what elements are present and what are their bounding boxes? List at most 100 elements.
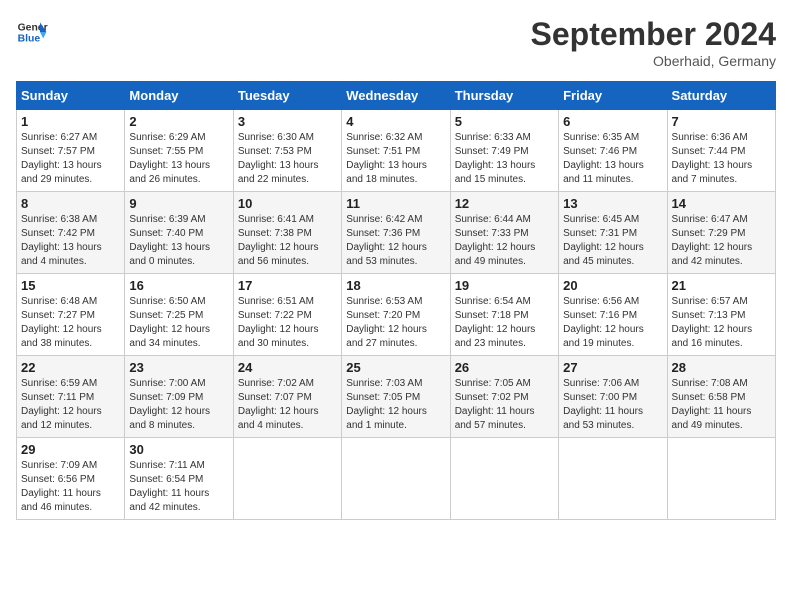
calendar-cell: 25 Sunrise: 7:03 AM Sunset: 7:05 PM Dayli… <box>342 356 450 438</box>
day-info: Sunrise: 7:02 AM Sunset: 7:07 PM Dayligh… <box>238 377 337 433</box>
day-number: 8 <box>21 196 120 211</box>
calendar-week-1: 1Sunrise: 6:27 AM Sunset: 7:57 PM Daylig… <box>17 110 776 192</box>
day-number: 4 <box>346 114 445 129</box>
calendar-cell: 18 Sunrise: 6:53 AM Sunset: 7:20 PM Dayli… <box>342 274 450 356</box>
calendar-cell: 3 Sunrise: 6:30 AM Sunset: 7:53 PM Daylig… <box>233 110 341 192</box>
day-info: Sunrise: 7:06 AM Sunset: 7:00 PM Dayligh… <box>563 377 662 433</box>
day-info: Sunrise: 6:30 AM Sunset: 7:53 PM Dayligh… <box>238 131 337 187</box>
day-number: 17 <box>238 278 337 293</box>
day-number: 12 <box>455 196 554 211</box>
day-info: Sunrise: 6:33 AM Sunset: 7:49 PM Dayligh… <box>455 131 554 187</box>
day-number: 24 <box>238 360 337 375</box>
day-number: 20 <box>563 278 662 293</box>
day-info: Sunrise: 7:05 AM Sunset: 7:02 PM Dayligh… <box>455 377 554 433</box>
location-subtitle: Oberhaid, Germany <box>531 53 776 69</box>
day-number: 25 <box>346 360 445 375</box>
svg-text:Blue: Blue <box>18 34 41 45</box>
col-header-tuesday: Tuesday <box>233 82 341 110</box>
day-info: Sunrise: 6:29 AM Sunset: 7:55 PM Dayligh… <box>129 131 228 187</box>
calendar-cell: 19Sunrise: 6:54 AM Sunset: 7:18 PM Dayli… <box>450 274 558 356</box>
day-info: Sunrise: 7:08 AM Sunset: 6:58 PM Dayligh… <box>672 377 771 433</box>
day-info: Sunrise: 6:51 AM Sunset: 7:22 PM Dayligh… <box>238 295 337 351</box>
calendar-cell: 17 Sunrise: 6:51 AM Sunset: 7:22 PM Dayli… <box>233 274 341 356</box>
calendar-week-5: 29 Sunrise: 7:09 AM Sunset: 6:56 PM Dayli… <box>17 438 776 520</box>
day-info: Sunrise: 6:57 AM Sunset: 7:13 PM Dayligh… <box>672 295 771 351</box>
calendar-cell: 6Sunrise: 6:35 AM Sunset: 7:46 PM Daylig… <box>559 110 667 192</box>
logo-icon: General Blue <box>16 16 48 48</box>
col-header-friday: Friday <box>559 82 667 110</box>
day-number: 5 <box>455 114 554 129</box>
calendar-cell: 16 Sunrise: 6:50 AM Sunset: 7:25 PM Dayli… <box>125 274 233 356</box>
day-info: Sunrise: 6:36 AM Sunset: 7:44 PM Dayligh… <box>672 131 771 187</box>
col-header-monday: Monday <box>125 82 233 110</box>
calendar-cell: 15 Sunrise: 6:48 AM Sunset: 7:27 PM Dayli… <box>17 274 125 356</box>
day-info: Sunrise: 6:50 AM Sunset: 7:25 PM Dayligh… <box>129 295 228 351</box>
col-header-thursday: Thursday <box>450 82 558 110</box>
day-info: Sunrise: 7:00 AM Sunset: 7:09 PM Dayligh… <box>129 377 228 433</box>
day-number: 1 <box>21 114 120 129</box>
day-info: Sunrise: 6:35 AM Sunset: 7:46 PM Dayligh… <box>563 131 662 187</box>
day-number: 30 <box>129 442 228 457</box>
day-number: 3 <box>238 114 337 129</box>
day-number: 27 <box>563 360 662 375</box>
calendar-cell <box>559 438 667 520</box>
day-info: Sunrise: 7:11 AM Sunset: 6:54 PM Dayligh… <box>129 459 228 515</box>
day-number: 21 <box>672 278 771 293</box>
calendar-cell: 12 Sunrise: 6:44 AM Sunset: 7:33 PM Dayli… <box>450 192 558 274</box>
col-header-saturday: Saturday <box>667 82 775 110</box>
calendar-cell: 11 Sunrise: 6:42 AM Sunset: 7:36 PM Dayli… <box>342 192 450 274</box>
calendar-cell: 30 Sunrise: 7:11 AM Sunset: 6:54 PM Dayli… <box>125 438 233 520</box>
day-number: 7 <box>672 114 771 129</box>
calendar-cell: 29 Sunrise: 7:09 AM Sunset: 6:56 PM Dayli… <box>17 438 125 520</box>
calendar-cell <box>667 438 775 520</box>
calendar-cell: 5 Sunrise: 6:33 AM Sunset: 7:49 PM Daylig… <box>450 110 558 192</box>
day-number: 11 <box>346 196 445 211</box>
calendar-cell: 14 Sunrise: 6:47 AM Sunset: 7:29 PM Dayli… <box>667 192 775 274</box>
calendar-cell <box>342 438 450 520</box>
day-info: Sunrise: 6:53 AM Sunset: 7:20 PM Dayligh… <box>346 295 445 351</box>
calendar-cell: 27 Sunrise: 7:06 AM Sunset: 7:00 PM Dayli… <box>559 356 667 438</box>
calendar-cell <box>233 438 341 520</box>
month-title: September 2024 <box>531 16 776 53</box>
day-info: Sunrise: 6:48 AM Sunset: 7:27 PM Dayligh… <box>21 295 120 351</box>
day-number: 22 <box>21 360 120 375</box>
day-info: Sunrise: 6:56 AM Sunset: 7:16 PM Dayligh… <box>563 295 662 351</box>
calendar-cell: 4 Sunrise: 6:32 AM Sunset: 7:51 PM Daylig… <box>342 110 450 192</box>
calendar-cell: 28 Sunrise: 7:08 AM Sunset: 6:58 PM Dayli… <box>667 356 775 438</box>
day-info: Sunrise: 6:45 AM Sunset: 7:31 PM Dayligh… <box>563 213 662 269</box>
calendar-table: SundayMondayTuesdayWednesdayThursdayFrid… <box>16 81 776 520</box>
calendar-cell: 24 Sunrise: 7:02 AM Sunset: 7:07 PM Dayli… <box>233 356 341 438</box>
day-info: Sunrise: 6:32 AM Sunset: 7:51 PM Dayligh… <box>346 131 445 187</box>
day-number: 9 <box>129 196 228 211</box>
day-info: Sunrise: 6:44 AM Sunset: 7:33 PM Dayligh… <box>455 213 554 269</box>
day-info: Sunrise: 6:39 AM Sunset: 7:40 PM Dayligh… <box>129 213 228 269</box>
day-number: 2 <box>129 114 228 129</box>
calendar-cell: 23 Sunrise: 7:00 AM Sunset: 7:09 PM Dayli… <box>125 356 233 438</box>
day-info: Sunrise: 6:47 AM Sunset: 7:29 PM Dayligh… <box>672 213 771 269</box>
day-info: Sunrise: 6:42 AM Sunset: 7:36 PM Dayligh… <box>346 213 445 269</box>
day-number: 18 <box>346 278 445 293</box>
day-number: 28 <box>672 360 771 375</box>
day-info: Sunrise: 7:09 AM Sunset: 6:56 PM Dayligh… <box>21 459 120 515</box>
page-header: General Blue September 2024 Oberhaid, Ge… <box>16 16 776 69</box>
day-number: 14 <box>672 196 771 211</box>
day-number: 16 <box>129 278 228 293</box>
day-number: 23 <box>129 360 228 375</box>
col-header-sunday: Sunday <box>17 82 125 110</box>
calendar-week-2: 8Sunrise: 6:38 AM Sunset: 7:42 PM Daylig… <box>17 192 776 274</box>
day-number: 29 <box>21 442 120 457</box>
calendar-cell: 26Sunrise: 7:05 AM Sunset: 7:02 PM Dayli… <box>450 356 558 438</box>
calendar-cell: 10Sunrise: 6:41 AM Sunset: 7:38 PM Dayli… <box>233 192 341 274</box>
day-number: 13 <box>563 196 662 211</box>
day-number: 10 <box>238 196 337 211</box>
calendar-cell: 21 Sunrise: 6:57 AM Sunset: 7:13 PM Dayli… <box>667 274 775 356</box>
calendar-cell: 20 Sunrise: 6:56 AM Sunset: 7:16 PM Dayli… <box>559 274 667 356</box>
day-info: Sunrise: 6:59 AM Sunset: 7:11 PM Dayligh… <box>21 377 120 433</box>
calendar-cell: 9 Sunrise: 6:39 AM Sunset: 7:40 PM Daylig… <box>125 192 233 274</box>
calendar-cell: 8Sunrise: 6:38 AM Sunset: 7:42 PM Daylig… <box>17 192 125 274</box>
day-info: Sunrise: 7:03 AM Sunset: 7:05 PM Dayligh… <box>346 377 445 433</box>
title-block: September 2024 Oberhaid, Germany <box>531 16 776 69</box>
day-number: 15 <box>21 278 120 293</box>
calendar-cell: 13 Sunrise: 6:45 AM Sunset: 7:31 PM Dayli… <box>559 192 667 274</box>
logo: General Blue <box>16 16 48 48</box>
